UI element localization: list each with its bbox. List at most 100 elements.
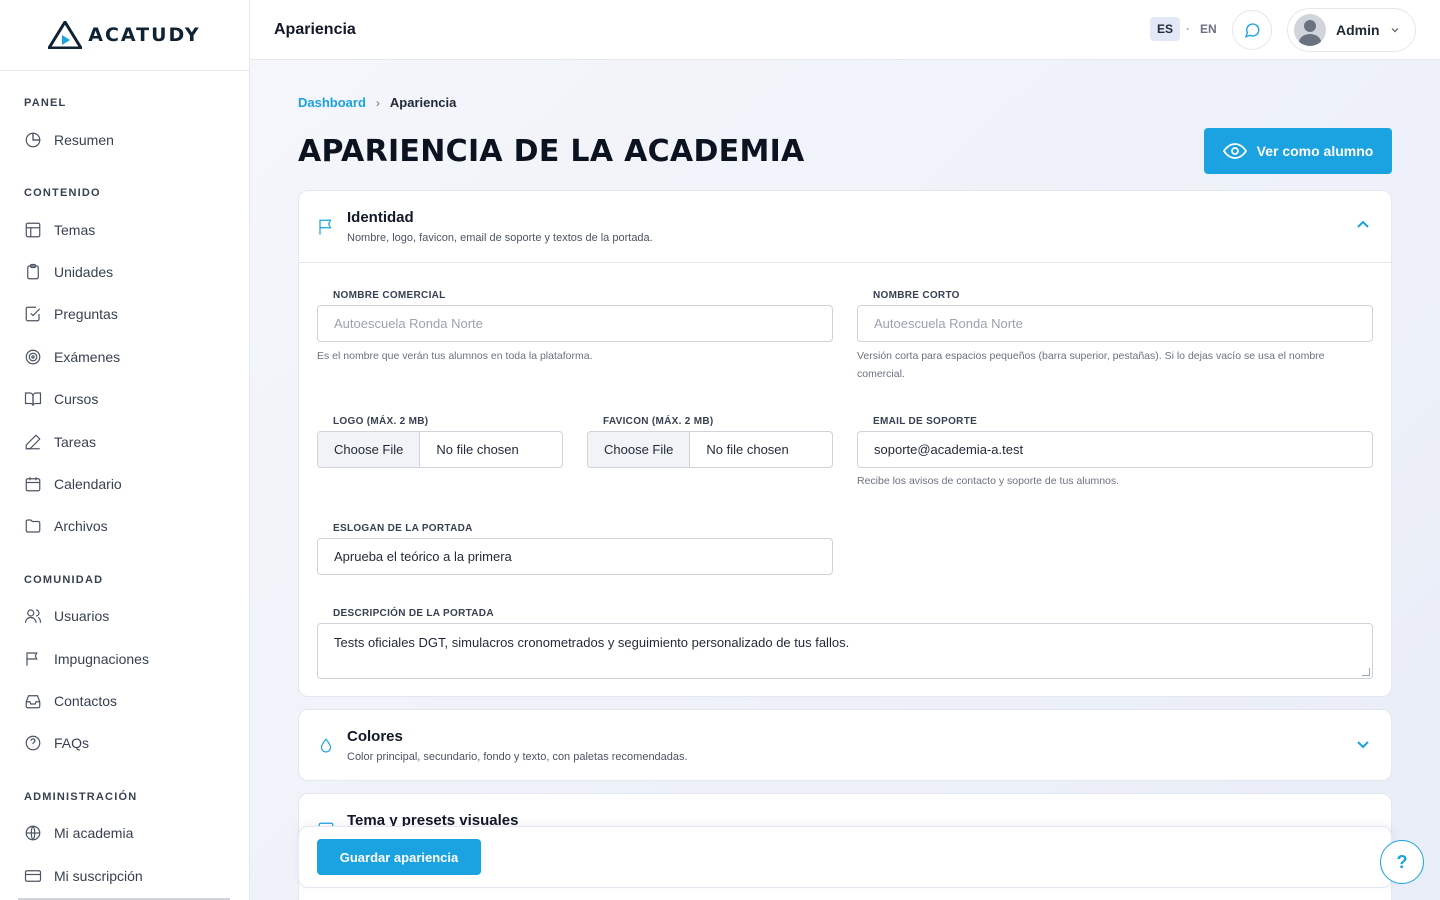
breadcrumb: Dashboard › Apariencia: [298, 95, 456, 110]
sidebar-item-label: Cursos: [54, 391, 99, 407]
sidebar-item-label: Preguntas: [54, 306, 118, 322]
favicon-file-status: No file chosen: [706, 442, 789, 457]
folder-icon: [25, 519, 41, 533]
identity-title: Identidad: [347, 209, 414, 226]
logo-choose-file-button[interactable]: Choose File: [318, 432, 421, 467]
lang-en-button[interactable]: EN: [1196, 17, 1221, 41]
commercial-name-input[interactable]: Autoescuela Ronda Norte: [317, 305, 833, 342]
identity-card: Identidad Nombre, logo, favicon, email d…: [298, 190, 1392, 697]
short-name-input[interactable]: Autoescuela Ronda Norte: [857, 305, 1373, 342]
support-email-input[interactable]: soporte@academia-a.test: [857, 431, 1373, 468]
identity-card-header[interactable]: Identidad Nombre, logo, favicon, email d…: [299, 191, 1391, 262]
sidebar-item-unidades[interactable]: Unidades: [24, 263, 113, 281]
clipboard-icon: [27, 263, 39, 280]
short-name-label: NOMBRE CORTO: [873, 290, 960, 301]
help-button[interactable]: ?: [1380, 840, 1424, 884]
brand-logo-icon: [48, 21, 83, 49]
topbar-title: Apariencia: [274, 21, 356, 38]
brand-logo[interactable]: ACATUDY: [0, 0, 249, 71]
sidebar-item-usuarios[interactable]: Usuarios: [24, 607, 109, 625]
sidebar-item-label: Contactos: [54, 693, 118, 709]
sidebar-item-label: Usuarios: [54, 608, 110, 624]
sidebar-item-examenes[interactable]: Exámenes: [24, 348, 120, 366]
sidebar-item-faqs[interactable]: FAQs: [24, 734, 89, 752]
sidebar-item-label: Impugnaciones: [54, 651, 149, 667]
sidebar-item-impugnaciones[interactable]: Impugnaciones: [24, 650, 149, 668]
sidebar-item-label: Archivos: [54, 518, 108, 534]
globe-icon: [25, 825, 41, 841]
breadcrumb-dashboard-link[interactable]: Dashboard: [298, 95, 366, 110]
save-appearance-button[interactable]: Guardar apariencia: [317, 839, 481, 875]
description-text: Tests oficiales DGT, simulacros cronomet…: [334, 635, 850, 650]
logo-file-input[interactable]: Choose File No file chosen: [317, 431, 563, 468]
favicon-file-input[interactable]: Choose File No file chosen: [587, 431, 833, 468]
short-name-help: Versión corta para espacios pequeños (ba…: [857, 350, 1325, 380]
sidebar-item-resumen[interactable]: Resumen: [24, 131, 114, 149]
target-icon: [25, 349, 41, 365]
sidebar-item-label: Calendario: [54, 476, 122, 492]
main-content: Dashboard › Apariencia APARIENCIA DE LA …: [250, 60, 1440, 900]
breadcrumb-separator: ›: [375, 95, 380, 110]
colors-subtitle: Color principal, secundario, fondo y tex…: [347, 751, 688, 763]
chat-bubble-icon: [1244, 23, 1260, 38]
sidebar-item-label: Resumen: [54, 132, 114, 148]
user-name: Admin: [1336, 22, 1380, 38]
resize-handle[interactable]: [1362, 668, 1370, 676]
logo-label: LOGO (MÁX. 2 MB): [333, 416, 429, 427]
chevron-up-icon[interactable]: [1355, 217, 1371, 233]
slogan-label: ESLOGAN DE LA PORTADA: [333, 523, 473, 534]
flag-icon: [26, 652, 38, 666]
sidebar-item-label: Exámenes: [54, 349, 121, 365]
sidebar-item-label: Mi suscripción: [54, 868, 143, 884]
sidebar-item-preguntas[interactable]: Preguntas: [24, 305, 118, 323]
breadcrumb-current: Apariencia: [389, 95, 457, 110]
commercial-name-help: Es el nombre que verán tus alumnos en to…: [317, 350, 593, 362]
view-as-student-label: Ver como alumno: [1256, 143, 1374, 159]
credit-card-icon: [24, 870, 42, 882]
sidebar-item-label: Unidades: [54, 264, 114, 280]
help-circle-icon: [25, 735, 41, 751]
slogan-input[interactable]: Aprueba el teórico a la primera: [317, 538, 833, 575]
sidebar: ACATUDY PANEL Resumen CONTENIDO Temas Un…: [0, 0, 250, 900]
pie-chart-icon: [25, 132, 41, 148]
layout-icon: [25, 222, 41, 238]
eye-icon: [1222, 143, 1247, 159]
nav-section-panel: PANEL: [24, 97, 67, 109]
sidebar-item-calendario[interactable]: Calendario: [24, 475, 122, 493]
sidebar-item-mi-suscripcion[interactable]: Mi suscripción: [24, 867, 143, 885]
logo-file-status: No file chosen: [436, 442, 519, 457]
pen-icon: [25, 434, 41, 450]
support-email-label: EMAIL DE SOPORTE: [873, 416, 978, 427]
lang-separator: ·: [1186, 22, 1191, 36]
favicon-label: FAVICON (MÁX. 2 MB): [603, 416, 714, 427]
sidebar-item-contactos[interactable]: Contactos: [24, 692, 117, 710]
inbox-icon: [25, 695, 41, 709]
flag-icon: [317, 218, 335, 236]
sidebar-item-cursos[interactable]: Cursos: [24, 390, 98, 408]
sidebar-item-label: Temas: [54, 222, 96, 238]
sidebar-item-archivos[interactable]: Archivos: [24, 517, 108, 535]
sidebar-item-label: Tareas: [54, 434, 97, 450]
nav-section-comunidad: COMUNIDAD: [24, 574, 104, 586]
commercial-name-label: NOMBRE COMERCIAL: [333, 290, 446, 301]
colors-card-header[interactable]: Colores Color principal, secundario, fon…: [299, 710, 1391, 781]
sidebar-item-label: Mi academia: [54, 825, 134, 841]
description-textarea[interactable]: Tests oficiales DGT, simulacros cronomet…: [317, 623, 1373, 679]
identity-subtitle: Nombre, logo, favicon, email de soporte …: [347, 232, 653, 244]
sidebar-item-tareas[interactable]: Tareas: [24, 433, 96, 451]
book-open-icon: [24, 392, 42, 406]
check-square-icon: [25, 306, 41, 322]
save-bar: Guardar apariencia: [298, 826, 1392, 888]
colors-title: Colores: [347, 728, 403, 745]
sidebar-item-mi-academia[interactable]: Mi academia: [24, 824, 133, 842]
lang-es-button[interactable]: ES: [1150, 17, 1181, 41]
nav-section-contenido: CONTENIDO: [24, 187, 101, 199]
messages-button[interactable]: [1232, 10, 1272, 50]
description-label: DESCRIPCIÓN DE LA PORTADA: [333, 608, 494, 619]
user-menu-button[interactable]: Admin: [1287, 8, 1416, 52]
page-title: APARIENCIA DE LA ACADEMIA: [298, 134, 805, 169]
chevron-down-icon[interactable]: [1355, 736, 1371, 752]
sidebar-item-temas[interactable]: Temas: [24, 221, 95, 239]
favicon-choose-file-button[interactable]: Choose File: [588, 432, 691, 467]
view-as-student-button[interactable]: Ver como alumno: [1204, 128, 1392, 174]
